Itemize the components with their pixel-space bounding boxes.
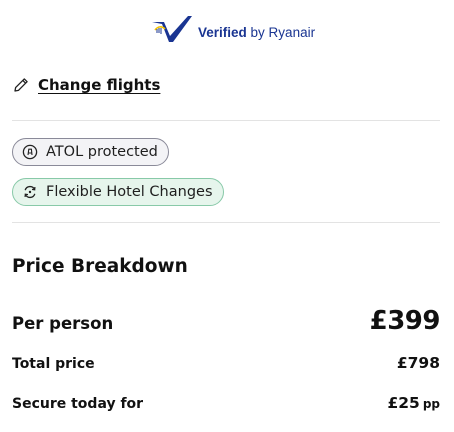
price-breakdown-title: Price Breakdown — [12, 256, 188, 277]
change-flights-label: Change flights — [38, 76, 161, 94]
atol-protected-chip: ATOL protected — [12, 138, 169, 166]
secure-today-label: Secure today for — [12, 396, 144, 412]
total-price-label: Total price — [12, 356, 95, 372]
verified-by-ryanair-badge: Verified by Ryanair — [150, 14, 315, 50]
total-price-row: Total price £798 — [12, 354, 440, 372]
divider — [12, 222, 440, 223]
secure-today-amount: £25 — [387, 394, 420, 412]
per-person-label: Per person — [12, 314, 114, 333]
change-flights-link[interactable]: Change flights — [12, 76, 160, 94]
verified-label: Verified by Ryanair — [198, 24, 316, 40]
per-person-row: Per person £399 — [12, 306, 441, 336]
pencil-icon — [14, 78, 28, 92]
atol-icon — [22, 144, 38, 160]
total-price-value: £798 — [396, 354, 440, 372]
secure-today-row: Secure today for £25 pp — [12, 394, 440, 412]
atol-protected-label: ATOL protected — [46, 144, 158, 160]
secure-today-value: £25 pp — [387, 394, 440, 412]
flexible-hotel-changes-label: Flexible Hotel Changes — [46, 184, 213, 200]
divider — [12, 120, 440, 121]
swap-cycle-icon — [24, 185, 36, 199]
per-person-price: £399 — [369, 306, 441, 336]
flexible-hotel-changes-chip: Flexible Hotel Changes — [12, 178, 224, 206]
ryanair-harp-check-icon — [152, 16, 192, 42]
per-person-suffix: pp — [422, 397, 440, 411]
